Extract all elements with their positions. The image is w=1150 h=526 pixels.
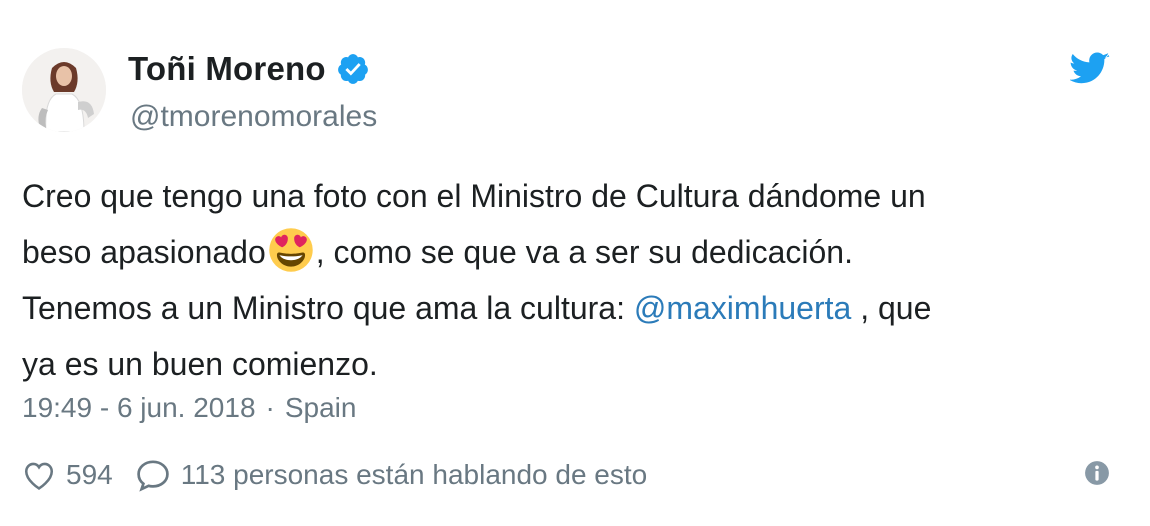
tweet-line-3: Tenemos a un Ministro que ama la cultura…	[22, 280, 1122, 336]
embedded-tweet: Toñi Moreno @tmorenomorales Creo que ten…	[0, 0, 1150, 526]
like-button[interactable]: 594	[22, 459, 135, 491]
meta-separator: ·	[265, 392, 275, 423]
tweet-text: Creo que tengo una foto con el Ministro …	[22, 168, 1122, 392]
tweet-actions: 594 113 personas están hablando de esto	[22, 458, 647, 492]
speech-bubble-icon	[135, 458, 171, 492]
tweet-line-2-text: beso apasionado	[22, 234, 266, 270]
mention-link[interactable]: @maximhuerta	[634, 290, 851, 326]
author-name-row[interactable]: Toñi Moreno	[128, 50, 370, 88]
info-icon[interactable]	[1084, 460, 1110, 486]
tweet-line-4: ya es un buen comienzo.	[22, 346, 378, 382]
reply-button[interactable]: 113 personas están hablando de esto	[135, 458, 648, 492]
tweet-line-3-text: Tenemos a un Ministro que ama la cultura…	[22, 290, 634, 326]
author-avatar[interactable]	[22, 48, 106, 132]
tweet-line-1: Creo que tengo una foto con el Ministro …	[22, 178, 926, 214]
avatar-photo	[22, 48, 106, 132]
heart-eyes-emoji-icon	[268, 227, 314, 273]
tweet-timestamp[interactable]: 19:49 - 6 jun. 2018	[22, 392, 256, 423]
tweet-line-2-rest: , como se que va a ser su dedicación.	[315, 234, 853, 270]
twitter-bird-icon[interactable]	[1069, 52, 1110, 86]
tweet-line-2: beso apasionado , como se que va a ser su…	[22, 224, 1122, 280]
conversation-count-label: 113 personas están hablando de esto	[180, 459, 648, 490]
heart-icon	[22, 459, 56, 491]
tweet-meta: 19:49 - 6 jun. 2018 · Spain	[22, 392, 356, 424]
verified-badge-icon	[336, 52, 370, 86]
author-name[interactable]: Toñi Moreno	[128, 50, 326, 88]
author-handle[interactable]: @tmorenomorales	[130, 100, 377, 134]
tweet-location[interactable]: Spain	[285, 392, 357, 423]
like-count: 594	[66, 459, 113, 490]
tweet-line-3-rest: , que	[851, 290, 932, 326]
